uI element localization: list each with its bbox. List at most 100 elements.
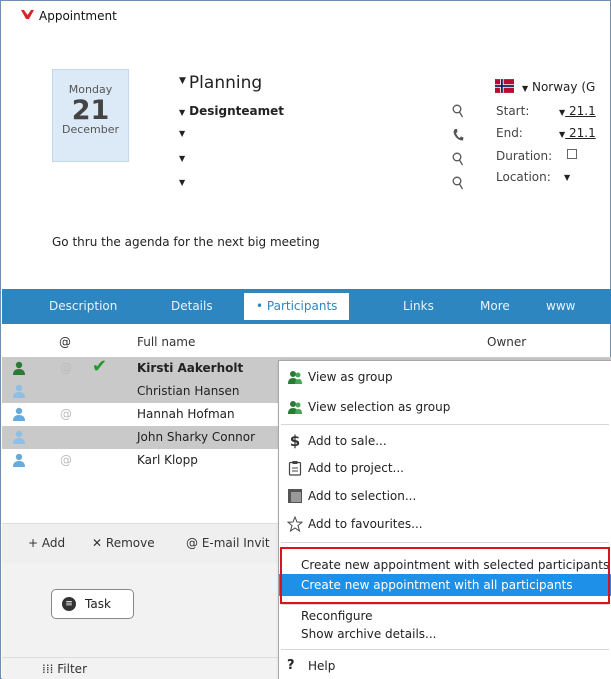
tab-details[interactable]: Details	[171, 289, 213, 324]
description-text[interactable]: Go thru the agenda for the next big meet…	[52, 235, 320, 249]
tab-participants-label: Participants	[266, 299, 338, 313]
contact-name: Designteamet	[189, 104, 284, 118]
selection-icon	[288, 489, 302, 503]
at-icon: @	[186, 536, 198, 550]
dollar-icon: $	[289, 432, 301, 450]
participant-name: Christian Hansen	[137, 384, 240, 398]
start-date-value: 21.1	[568, 104, 596, 118]
person-icon	[13, 430, 25, 444]
tab-participants[interactable]: • Participants	[244, 293, 350, 320]
search-icon[interactable]	[452, 104, 464, 118]
star-icon	[287, 516, 303, 532]
task-button[interactable]: ≡ Task	[51, 589, 134, 619]
dropdown-caret-icon: ▼	[522, 84, 529, 93]
menu-item-label: Help	[308, 659, 336, 673]
accepted-check-icon: ✔	[92, 356, 108, 377]
filter-icon: ⁞⁞⁞	[42, 662, 54, 676]
person-icon	[13, 361, 25, 375]
group-icon	[288, 371, 302, 384]
tab-www[interactable]: www	[546, 289, 575, 324]
menu-item-add-to-selection[interactable]: Add to selection...	[279, 485, 611, 507]
end-label: End:	[496, 126, 523, 140]
menu-item-help[interactable]: ? Help	[279, 655, 611, 677]
tab-links[interactable]: Links	[403, 289, 434, 324]
contact-dropdown[interactable]: ▼ Designteamet	[179, 104, 284, 118]
menu-item-add-to-project[interactable]: Add to project...	[279, 457, 611, 479]
person-icon	[13, 384, 25, 398]
filter-button[interactable]: ⁞⁞⁞ Filter	[42, 662, 87, 676]
clipboard-icon	[288, 461, 302, 476]
country-dropdown[interactable]: ▼ Norway (G	[495, 79, 595, 94]
email-indicator: @	[60, 361, 72, 375]
tab-more[interactable]: More	[480, 289, 510, 324]
column-header-owner[interactable]: Owner	[487, 335, 526, 349]
person-dropdown[interactable]: ▼	[179, 129, 185, 138]
location-dropdown[interactable]: ▼	[564, 173, 570, 182]
tab-bar: Description Details • Participants Links…	[2, 289, 611, 324]
sale-dropdown[interactable]: ▼	[179, 178, 185, 187]
date-tile[interactable]: Monday 21 December	[52, 69, 129, 162]
location-label: Location:	[496, 170, 551, 184]
start-date-field[interactable]: ▼ 21.1	[559, 104, 596, 118]
active-tab-bullet: •	[256, 299, 264, 313]
person-icon	[13, 407, 25, 421]
duration-checkbox[interactable]	[567, 149, 577, 159]
menu-item-label: Show archive details...	[301, 627, 437, 641]
task-label: Task	[85, 597, 111, 611]
group-icon	[288, 401, 302, 414]
appointment-title-dropdown[interactable]: ▼ Planning	[179, 73, 262, 93]
norway-flag-icon	[495, 79, 514, 93]
task-icon: ≡	[62, 597, 76, 611]
window-title: Appointment	[39, 9, 117, 23]
project-dropdown[interactable]: ▼	[179, 154, 185, 163]
participant-name: John Sharky Connor	[137, 430, 256, 444]
email-invitation-button[interactable]: @ E-mail Invit	[186, 536, 270, 550]
tab-description[interactable]: Description	[49, 289, 117, 324]
menu-item-add-to-favourites[interactable]: Add to favourites...	[279, 513, 611, 535]
remove-icon: ✕	[92, 536, 103, 550]
add-participant-button[interactable]: + Add	[28, 536, 65, 550]
end-date-field[interactable]: ▼ 21.1	[559, 126, 596, 140]
menu-item-view-as-group[interactable]: View as group	[279, 366, 611, 388]
menu-item-show-archive-details[interactable]: Show archive details...	[279, 623, 611, 645]
menu-separator	[281, 649, 609, 650]
column-header-at[interactable]: @	[59, 335, 71, 349]
dropdown-caret-icon: ▼	[179, 76, 186, 86]
context-menu: View as group View selection as group $ …	[278, 360, 611, 679]
participant-name: Karl Klopp	[137, 453, 198, 467]
remove-label: Remove	[105, 536, 155, 550]
add-label: Add	[41, 536, 66, 550]
menu-item-label: Add to selection...	[308, 489, 417, 503]
dropdown-caret-icon: ▼	[559, 108, 566, 117]
menu-item-add-to-sale[interactable]: $ Add to sale...	[279, 430, 611, 452]
country-value: Norway (G	[531, 80, 596, 94]
phone-icon[interactable]	[452, 128, 464, 142]
dropdown-caret-icon: ▼	[179, 108, 186, 117]
column-header-full-name[interactable]: Full name	[137, 335, 195, 349]
date-day-number: 21	[71, 95, 110, 126]
menu-item-view-selection-as-group[interactable]: View selection as group	[279, 396, 611, 418]
person-icon	[13, 453, 25, 467]
highlight-annotation-box	[280, 547, 610, 604]
email-indicator: @	[60, 407, 72, 421]
date-month: December	[61, 123, 120, 136]
titlebar: Appointment	[1, 1, 610, 31]
participants-grid-header: @ Full name Owner	[2, 330, 611, 355]
participant-name: Hannah Hofman	[137, 407, 235, 421]
menu-separator	[281, 542, 609, 543]
appointment-title: Planning	[188, 73, 263, 93]
app-logo-icon	[21, 10, 34, 19]
menu-item-label: Add to project...	[308, 461, 404, 475]
remove-participant-button[interactable]: ✕ Remove	[92, 536, 155, 550]
menu-separator	[281, 424, 609, 425]
search-icon[interactable]	[452, 176, 464, 190]
email-label: E-mail Invit	[201, 536, 270, 550]
email-indicator: @	[60, 453, 72, 467]
filter-label: Filter	[57, 662, 87, 676]
search-icon[interactable]	[452, 152, 464, 166]
duration-label: Duration:	[496, 149, 553, 163]
menu-item-label: Reconfigure	[301, 609, 373, 623]
menu-item-label: View selection as group	[308, 400, 451, 414]
menu-item-label: Add to sale...	[308, 434, 387, 448]
end-date-value: 21.1	[568, 126, 596, 140]
